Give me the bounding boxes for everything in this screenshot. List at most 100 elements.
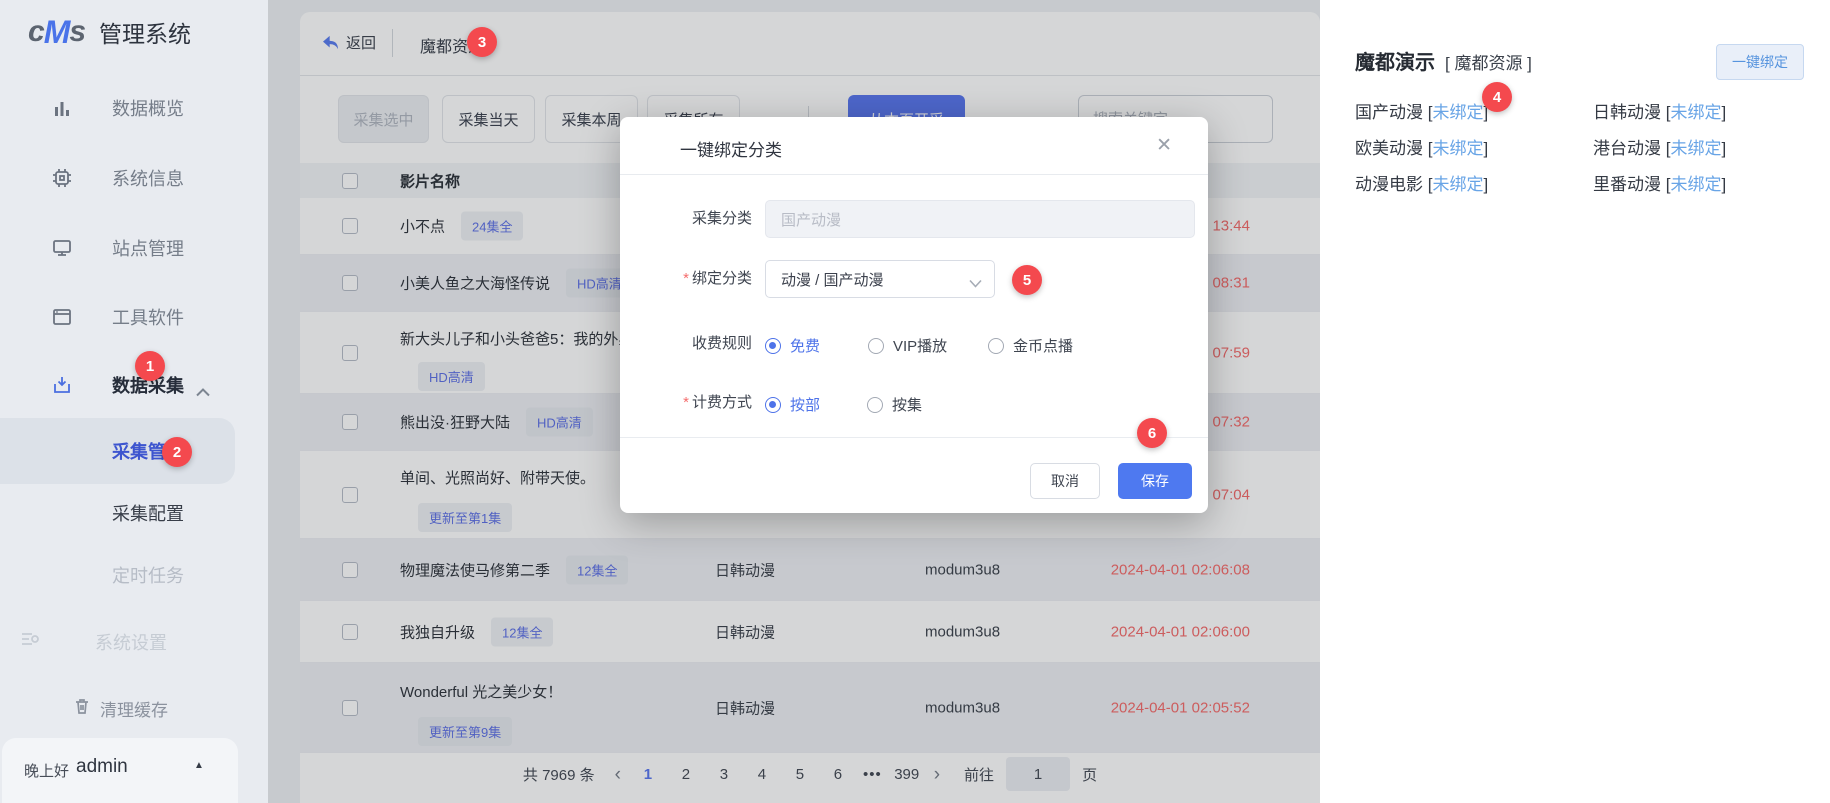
bind-category-select[interactable]: 动漫 / 国产动漫 bbox=[765, 260, 995, 298]
sidebar-item-label: 系统信息 bbox=[112, 165, 184, 191]
bracket: ] bbox=[1721, 175, 1726, 194]
step-badge-1: 1 bbox=[135, 351, 165, 381]
bind-status-link[interactable]: 未绑定 bbox=[1670, 103, 1721, 122]
cms-admin-page: c M s 管理系统 数据概览 系统信息 站点管理 bbox=[0, 0, 1830, 803]
dialog-title: 一键绑定分类 bbox=[680, 136, 782, 161]
panel-subtitle: [ 魔都资源 ] bbox=[1445, 54, 1532, 73]
one-key-bind-button[interactable]: 一键绑定 bbox=[1716, 44, 1804, 80]
window-icon bbox=[50, 305, 74, 329]
bracket: ] bbox=[1483, 139, 1488, 158]
category-bind-list: 国产动漫 [未绑定] 日韩动漫 [未绑定] 欧美动漫 [未绑定] 港台动漫 [未… bbox=[1355, 98, 1830, 195]
sidebar-item-label: 系统设置 bbox=[95, 629, 167, 655]
step-badge-6: 6 bbox=[1137, 418, 1167, 448]
panel-title: 魔都演示 [ 魔都资源 ] bbox=[1355, 46, 1532, 75]
site-name: 魔都演示 bbox=[1355, 52, 1435, 74]
bind-category-label-text: 绑定分类 bbox=[692, 270, 752, 287]
category-bind-item[interactable]: 欧美动漫 [未绑定] bbox=[1355, 134, 1593, 159]
bind-status-link[interactable]: 未绑定 bbox=[1432, 139, 1483, 158]
category-bind-item[interactable]: 日韩动漫 [未绑定] bbox=[1593, 98, 1830, 123]
radio-label: 按集 bbox=[892, 394, 922, 415]
clear-cache-label: 清理缓存 bbox=[100, 696, 168, 721]
step-badge-2: 2 bbox=[162, 437, 192, 467]
sidebar-item-system-info[interactable]: 系统信息 bbox=[0, 156, 268, 200]
step-badge-4: 4 bbox=[1482, 82, 1512, 112]
sidebar-item-data-overview[interactable]: 数据概览 bbox=[0, 86, 268, 130]
required-asterisk: * bbox=[683, 270, 689, 287]
cancel-button[interactable]: 取消 bbox=[1030, 463, 1100, 499]
monitor-icon bbox=[50, 236, 74, 260]
radio-dot bbox=[765, 338, 781, 354]
radio-dot bbox=[765, 397, 781, 413]
radio-label: 免费 bbox=[790, 335, 820, 356]
radio-per-episode[interactable]: 按集 bbox=[867, 394, 922, 415]
fee-rule-label: 收费规则 bbox=[620, 331, 752, 356]
radio-vip[interactable]: VIP播放 bbox=[868, 335, 947, 356]
logo-letter-c: c bbox=[28, 15, 44, 49]
app-logo: c M s 管理系统 bbox=[28, 12, 191, 52]
clear-cache-button[interactable]: 清理缓存 bbox=[0, 690, 268, 724]
chevron-down-icon bbox=[969, 275, 982, 292]
bracket: ] bbox=[1483, 175, 1488, 194]
category-bind-item[interactable]: 里番动漫 [未绑定] bbox=[1593, 170, 1830, 195]
bind-status-link[interactable]: 未绑定 bbox=[1432, 103, 1483, 122]
collect-category-value: 国产动漫 bbox=[781, 209, 841, 230]
bind-category-label: *绑定分类 bbox=[620, 260, 752, 298]
greeting-text: 晚上好 bbox=[24, 760, 69, 781]
sidebar-subitem-scheduled-tasks[interactable]: 定时任务 bbox=[112, 562, 184, 588]
category-name: 日韩动漫 bbox=[1593, 103, 1661, 122]
category-bind-item[interactable]: 国产动漫 [未绑定] bbox=[1355, 98, 1593, 123]
required-asterisk: * bbox=[683, 394, 689, 411]
category-bind-item[interactable]: 动漫电影 [未绑定] bbox=[1355, 170, 1593, 195]
username: admin bbox=[76, 756, 128, 778]
bind-status-link[interactable]: 未绑定 bbox=[1670, 175, 1721, 194]
bracket: ] bbox=[1721, 139, 1726, 158]
save-button[interactable]: 保存 bbox=[1118, 463, 1192, 499]
category-bind-item[interactable]: 港台动漫 [未绑定] bbox=[1593, 134, 1830, 159]
category-name: 里番动漫 bbox=[1593, 175, 1661, 194]
radio-coin[interactable]: 金币点播 bbox=[988, 335, 1073, 356]
sidebar-item-label: 工具软件 bbox=[112, 304, 184, 330]
sidebar-item-tools[interactable]: 工具软件 bbox=[0, 295, 268, 339]
chip-icon bbox=[50, 166, 74, 190]
user-account-card[interactable]: 晚上好 admin ▲ bbox=[2, 738, 238, 803]
radio-dot bbox=[868, 338, 884, 354]
sidebar-item-system-settings[interactable]: 系统设置 bbox=[0, 624, 268, 658]
dialog-header: 一键绑定分类 ✕ bbox=[620, 117, 1208, 175]
sidebar-item-label: 站点管理 bbox=[112, 235, 184, 261]
bind-status-link[interactable]: 未绑定 bbox=[1670, 139, 1721, 158]
sidebar-item-data-collection[interactable]: 数据采集 bbox=[0, 363, 268, 407]
trash-icon bbox=[72, 696, 92, 721]
step-badge-3: 3 bbox=[467, 27, 497, 57]
bracket: ] bbox=[1721, 103, 1726, 122]
settings-list-icon bbox=[20, 629, 40, 654]
billing-mode-label: *计费方式 bbox=[620, 390, 752, 415]
bind-status-link[interactable]: 未绑定 bbox=[1432, 175, 1483, 194]
radio-label: VIP播放 bbox=[893, 335, 947, 356]
logo-letter-s: s bbox=[69, 15, 85, 49]
radio-dot bbox=[988, 338, 1004, 354]
import-box-icon bbox=[50, 373, 74, 397]
radio-label: 金币点播 bbox=[1013, 335, 1073, 356]
radio-dot bbox=[867, 397, 883, 413]
sidebar: c M s 管理系统 数据概览 系统信息 站点管理 bbox=[0, 0, 268, 803]
radio-free[interactable]: 免费 bbox=[765, 335, 820, 356]
collapse-up-icon[interactable]: ▲ bbox=[194, 760, 204, 771]
bind-category-value: 动漫 / 国产动漫 bbox=[781, 269, 884, 290]
radio-label: 按部 bbox=[790, 394, 820, 415]
radio-per-series[interactable]: 按部 bbox=[765, 394, 820, 415]
category-name: 动漫电影 bbox=[1355, 175, 1423, 194]
collect-category-label: 采集分类 bbox=[620, 200, 752, 238]
chevron-up-icon[interactable] bbox=[196, 381, 210, 402]
category-name: 欧美动漫 bbox=[1355, 139, 1423, 158]
sidebar-item-label: 数据概览 bbox=[112, 95, 184, 121]
billing-mode-label-text: 计费方式 bbox=[692, 394, 752, 411]
sidebar-item-site-management[interactable]: 站点管理 bbox=[0, 226, 268, 270]
category-name: 港台动漫 bbox=[1593, 139, 1661, 158]
close-icon[interactable]: ✕ bbox=[1156, 134, 1172, 157]
collect-category-input: 国产动漫 bbox=[765, 200, 1195, 238]
logo-letter-m: M bbox=[44, 14, 70, 51]
category-name: 国产动漫 bbox=[1355, 103, 1423, 122]
bar-chart-icon bbox=[50, 96, 74, 120]
step-badge-5: 5 bbox=[1012, 265, 1042, 295]
sidebar-subitem-collect-config[interactable]: 采集配置 bbox=[112, 500, 184, 526]
